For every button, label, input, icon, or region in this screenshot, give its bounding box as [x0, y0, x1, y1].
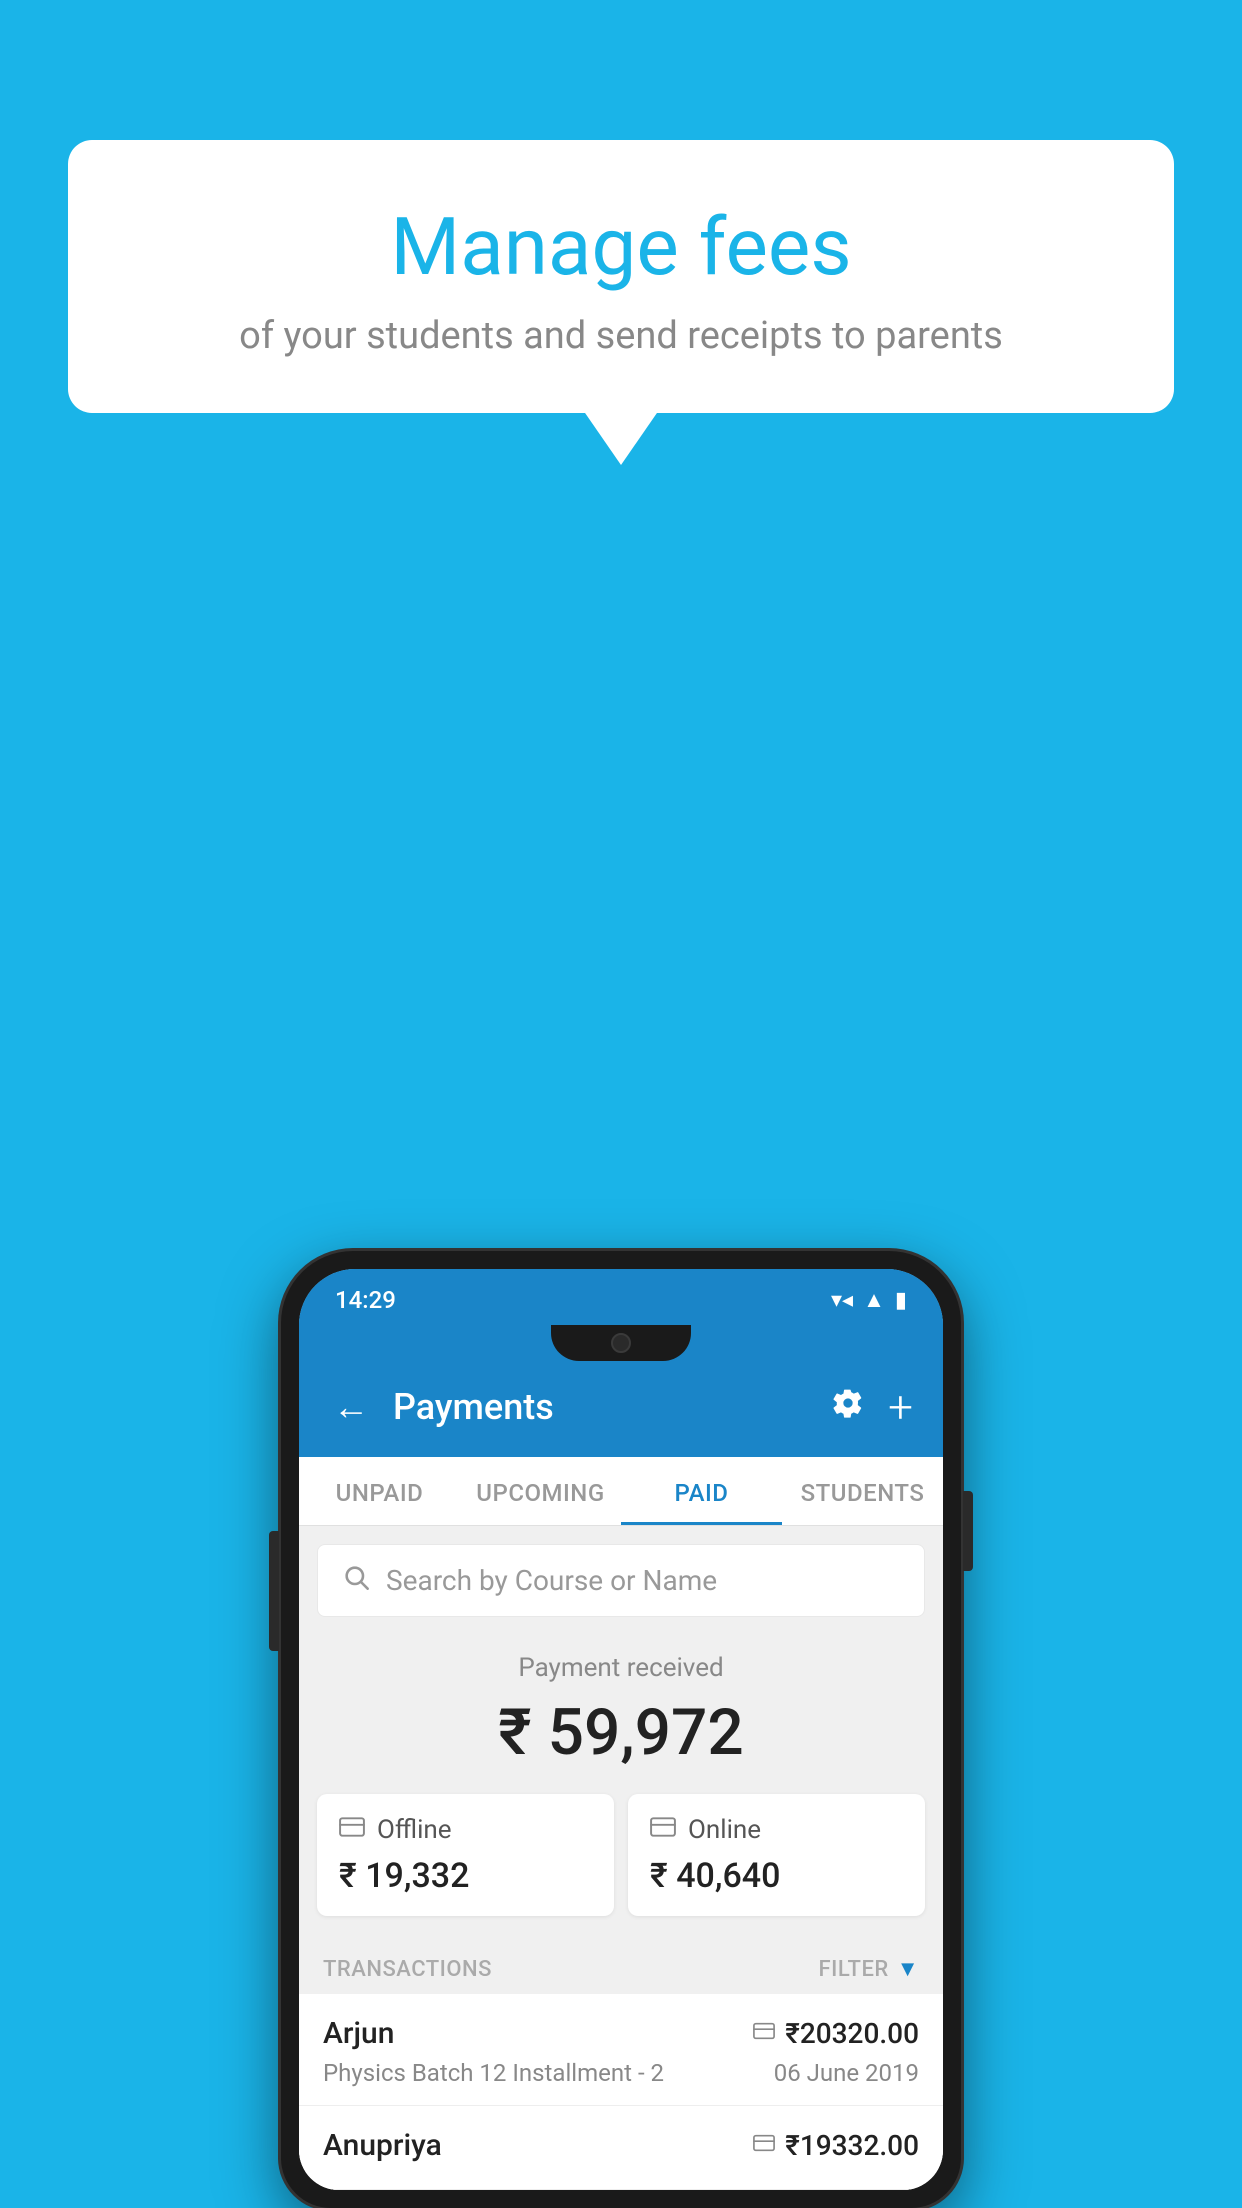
speech-bubble-container: Manage fees of your students and send re… [68, 140, 1174, 413]
transaction-item[interactable]: Anupriya ₹19332.00 [299, 2106, 943, 2190]
search-placeholder-text: Search by Course or Name [386, 1564, 717, 1597]
battery-icon: ▮ [895, 1288, 907, 1313]
speech-bubble: Manage fees of your students and send re… [68, 140, 1174, 413]
tab-upcoming[interactable]: UPCOMING [460, 1457, 621, 1525]
header-title: Payments [393, 1386, 812, 1428]
settings-icon[interactable] [832, 1387, 864, 1428]
transactions-label: TRANSACTIONS [323, 1957, 492, 1982]
app-header: ← Payments + [299, 1361, 943, 1457]
transaction-item[interactable]: Arjun ₹20320.00 Physics [299, 1994, 943, 2106]
front-camera [611, 1333, 631, 1353]
top-area: 14:29 ▾◂ ▲ ▮ ← Payments [299, 1269, 943, 1457]
card-payment-icon [753, 2020, 775, 2048]
filter-label: FILTER [818, 1957, 888, 1982]
status-bar: 14:29 ▾◂ ▲ ▮ [299, 1269, 943, 1325]
online-label: Online [688, 1815, 761, 1845]
phone-notch [551, 1325, 691, 1361]
wifi-icon: ▾◂ [831, 1288, 853, 1313]
offline-payment-card: Offline ₹ 19,332 [317, 1794, 614, 1916]
card-icon [650, 1814, 676, 1846]
status-icons: ▾◂ ▲ ▮ [831, 1287, 907, 1313]
offline-amount: ₹ 19,332 [339, 1856, 592, 1896]
speech-bubble-subtitle: of your students and send receipts to pa… [118, 314, 1124, 358]
cash-icon [339, 1814, 365, 1846]
search-bar[interactable]: Search by Course or Name [317, 1544, 925, 1617]
notch-row [299, 1325, 943, 1361]
transaction-course: Physics Batch 12 Installment - 2 [323, 2059, 664, 2087]
offline-label: Offline [377, 1815, 452, 1845]
tab-students[interactable]: STUDENTS [782, 1457, 943, 1525]
payment-cards: Offline ₹ 19,332 [299, 1794, 943, 1940]
filter-icon: ▼ [897, 1956, 919, 1982]
payment-received-label: Payment received [317, 1653, 925, 1683]
transaction-amount: ₹19332.00 [785, 2129, 919, 2162]
transaction-amount: ₹20320.00 [785, 2017, 919, 2050]
phone-outer: 14:29 ▾◂ ▲ ▮ ← Payments [281, 1251, 961, 2208]
filter-button[interactable]: FILTER ▼ [818, 1956, 919, 1982]
transaction-name: Anupriya [323, 2128, 442, 2163]
add-button[interactable]: + [888, 1381, 913, 1433]
back-button[interactable]: ← [329, 1382, 373, 1432]
signal-icon: ▲ [863, 1287, 885, 1313]
payment-summary: Payment received ₹ 59,972 [299, 1617, 943, 1794]
tab-paid[interactable]: PAID [621, 1457, 782, 1525]
transaction-name: Arjun [323, 2016, 394, 2051]
speech-bubble-title: Manage fees [118, 200, 1124, 294]
header-icons: + [832, 1381, 913, 1433]
tab-unpaid[interactable]: UNPAID [299, 1457, 460, 1525]
status-time: 14:29 [335, 1286, 396, 1314]
online-amount: ₹ 40,640 [650, 1856, 903, 1896]
tabs-bar: UNPAID UPCOMING PAID STUDENTS [299, 1457, 943, 1526]
phone-container: 14:29 ▾◂ ▲ ▮ ← Payments [281, 1251, 961, 2208]
phone-inner: 14:29 ▾◂ ▲ ▮ ← Payments [299, 1269, 943, 2190]
transaction-date: 06 June 2019 [774, 2059, 919, 2087]
cash-payment-icon [753, 2132, 775, 2160]
transactions-header: TRANSACTIONS FILTER ▼ [299, 1940, 943, 1994]
online-payment-card: Online ₹ 40,640 [628, 1794, 925, 1916]
main-content: Search by Course or Name Payment receive… [299, 1544, 943, 2190]
payment-total-amount: ₹ 59,972 [317, 1695, 925, 1770]
search-icon [342, 1563, 370, 1598]
